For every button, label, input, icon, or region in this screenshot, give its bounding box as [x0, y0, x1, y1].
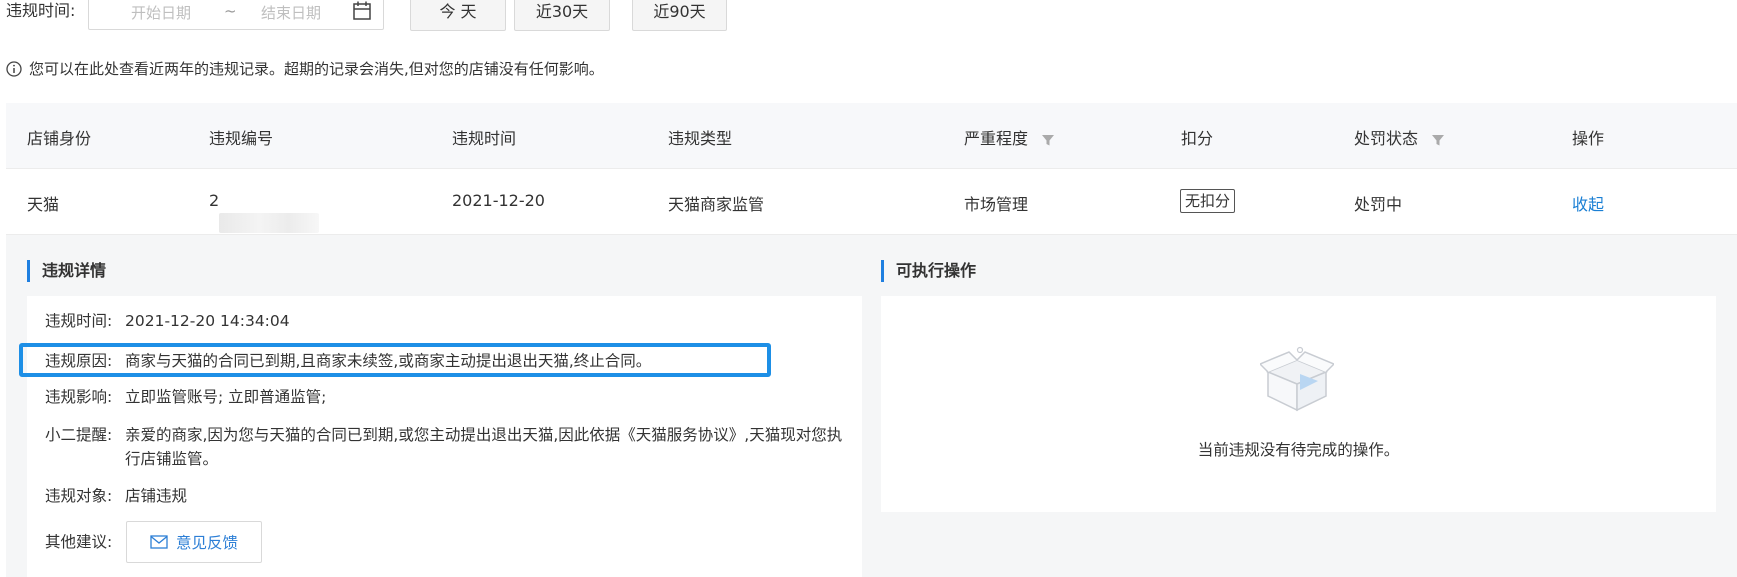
- redacted-violation-id: [219, 213, 319, 233]
- deduction-badge: 无扣分: [1180, 189, 1236, 213]
- detail-label: 小二提醒:: [45, 426, 113, 444]
- cell-penalty-status: 处罚中: [1354, 195, 1403, 214]
- header-shop-identity: 店铺身份: [27, 129, 92, 148]
- header-action: 操作: [1572, 129, 1605, 148]
- cell-violation-type: 天猫商家监管: [668, 195, 765, 214]
- table-row: 天猫 2 2021-12-20 天猫商家监管 市场管理 无扣分 处罚中 收起: [6, 169, 1737, 235]
- detail-row-suggestion: 其他建议:: [45, 530, 125, 554]
- detail-row-target: 违规对象: 店铺违规: [45, 484, 187, 508]
- header-penalty-status: 处罚状态: [1354, 125, 1445, 149]
- detail-label: 违规对象:: [45, 487, 113, 505]
- detail-row-reminder: 小二提醒: 亲爱的商家,因为您与天猫的合同已到期,或您主动提出退出天猫,因此依据…: [45, 423, 845, 471]
- available-actions-title: 可执行操作: [881, 260, 976, 282]
- detail-label: 其他建议:: [45, 533, 113, 551]
- end-date-input[interactable]: 结束日期: [261, 2, 321, 23]
- info-icon: [6, 61, 22, 77]
- empty-box-icon: [1260, 346, 1334, 412]
- violation-id-prefix: 2: [209, 191, 220, 210]
- cell-violation-time: 2021-12-20: [452, 191, 545, 210]
- header-violation-type: 违规类型: [668, 129, 733, 148]
- mail-icon: [150, 535, 168, 549]
- header-severity-label: 严重程度: [964, 129, 1029, 148]
- detail-value: 2021-12-20 14:34:04: [125, 312, 290, 330]
- detail-label: 违规影响:: [45, 388, 113, 406]
- date-range-separator: ~: [224, 2, 237, 20]
- header-deduction: 扣分: [1181, 129, 1214, 148]
- cell-violation-id: 2: [209, 191, 319, 233]
- header-penalty-status-label: 处罚状态: [1354, 129, 1419, 148]
- feedback-button-label: 意见反馈: [175, 534, 238, 552]
- start-date-input[interactable]: 开始日期: [131, 2, 191, 23]
- empty-actions-text: 当前违规没有待完成的操作。: [1197, 441, 1400, 459]
- detail-label: 违规时间:: [45, 312, 113, 330]
- violation-time-filter-label: 违规时间:: [6, 1, 76, 20]
- header-violation-id: 违规编号: [209, 129, 274, 148]
- detail-value: 店铺违规: [125, 487, 188, 505]
- info-notice: 您可以在此处查看近两年的违规记录。超期的记录会消失,但对您的店铺没有任何影响。: [6, 58, 604, 80]
- header-severity: 严重程度: [964, 125, 1055, 149]
- detail-value: 亲爱的商家,因为您与天猫的合同已到期,或您主动提出退出天猫,因此依据《天猫服务协…: [125, 426, 843, 468]
- penalty-status-filter-icon[interactable]: [1431, 133, 1445, 147]
- severity-filter-icon[interactable]: [1041, 133, 1055, 147]
- reason-highlight-box: [19, 343, 771, 377]
- date-range-picker[interactable]: 开始日期 ~ 结束日期: [88, 0, 384, 30]
- cell-severity: 市场管理: [964, 195, 1029, 214]
- calendar-icon[interactable]: [352, 0, 372, 22]
- today-button[interactable]: 今 天: [410, 0, 506, 31]
- header-violation-time: 违规时间: [452, 129, 517, 148]
- last-30-days-button[interactable]: 近30天: [514, 0, 610, 31]
- last-90-days-button[interactable]: 近90天: [632, 0, 727, 31]
- detail-value: 立即监管账号; 立即普通监管;: [125, 388, 327, 406]
- table-header: 店铺身份 违规编号 违规时间 违规类型 严重程度 扣分 处罚状态 操作: [6, 103, 1737, 169]
- violation-details-title: 违规详情: [27, 260, 106, 282]
- detail-row-time: 违规时间: 2021-12-20 14:34:04: [45, 309, 290, 333]
- feedback-button[interactable]: 意见反馈: [126, 521, 262, 563]
- notice-text: 您可以在此处查看近两年的违规记录。超期的记录会消失,但对您的店铺没有任何影响。: [29, 60, 604, 78]
- collapse-link[interactable]: 收起: [1572, 191, 1604, 215]
- detail-row-impact: 违规影响: 立即监管账号; 立即普通监管;: [45, 385, 326, 409]
- cell-shop-identity: 天猫: [27, 195, 60, 214]
